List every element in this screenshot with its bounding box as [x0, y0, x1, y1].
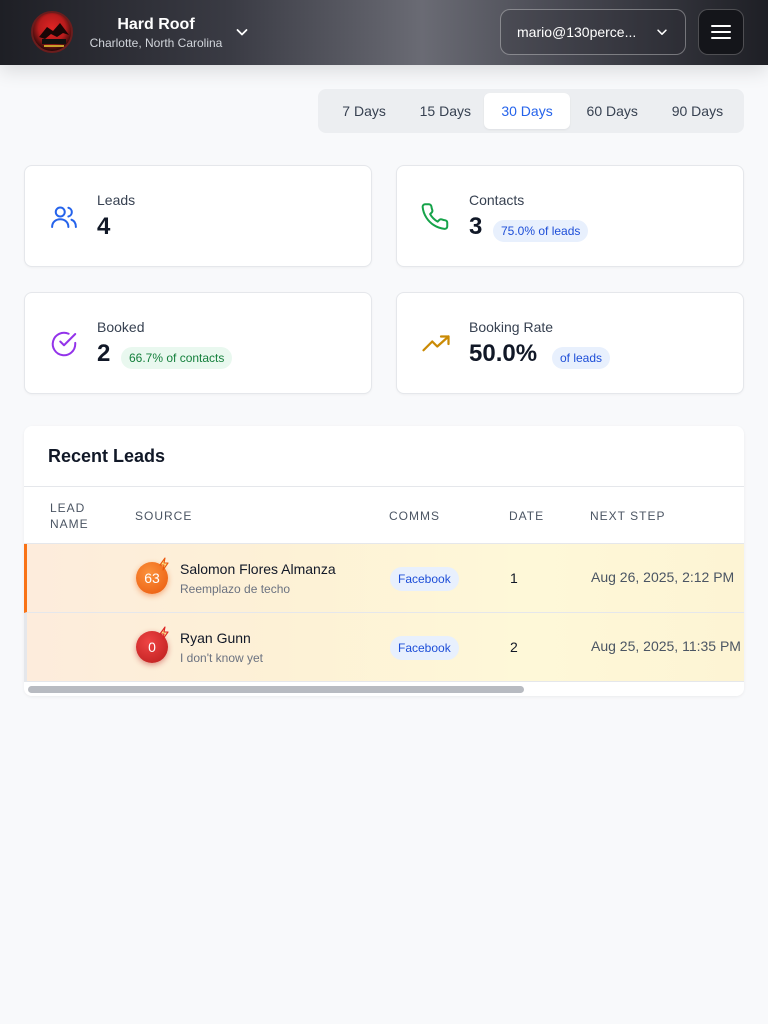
tab-15-days[interactable]: 15 Days: [406, 93, 484, 129]
hamburger-menu-icon: [711, 25, 731, 39]
trending-up-icon: [422, 335, 450, 352]
lead-name[interactable]: Ryan Gunn: [180, 630, 251, 646]
phone-icon: [421, 203, 449, 230]
lead-date: 1: [510, 570, 518, 586]
table-row[interactable]: 63 Salomon Flores Almanza Reemplazo de t…: [24, 544, 744, 613]
tab-90-days[interactable]: 90 Days: [655, 93, 740, 129]
table-header: LEAD NAME SOURCE COMMS DATE NEXT STEP: [24, 486, 744, 544]
company-location: Charlotte, North Carolina: [89, 36, 223, 50]
section-title: Recent Leads: [48, 446, 166, 466]
company-name: Hard Roof: [117, 16, 195, 33]
stat-value: 2: [97, 340, 111, 367]
app-header: Hard Roof Charlotte, North Carolina mari…: [0, 0, 768, 65]
lead-next-step: Aug 25, 2025, 11:35 PM: [591, 638, 741, 654]
stat-label: Leads: [97, 192, 136, 208]
column-header-date[interactable]: DATE: [509, 508, 544, 524]
column-header-comms[interactable]: COMMS: [389, 508, 440, 524]
comms-badge: Facebook: [390, 567, 459, 591]
stat-label: Booking Rate: [469, 319, 554, 335]
tab-7-days[interactable]: 7 Days: [322, 93, 406, 129]
stat-badge: of leads: [552, 347, 611, 369]
stat-value: 4: [97, 213, 111, 240]
chevron-down-icon: [657, 29, 667, 35]
stat-value: 3: [469, 213, 483, 240]
scrollbar-thumb[interactable]: [28, 686, 524, 693]
company-logo[interactable]: [31, 11, 73, 53]
lead-subtitle: Reemplazo de techo: [180, 582, 291, 596]
stat-label: Contacts: [469, 192, 525, 208]
stat-label: Booked: [97, 319, 145, 335]
table-row[interactable]: 0 Ryan Gunn I don't know yet Facebook 2 …: [24, 613, 744, 682]
account-email: mario@130perce...: [517, 24, 637, 40]
account-menu-button[interactable]: mario@130perce...: [500, 9, 686, 55]
stat-card-booking-rate: Booking Rate 50.0% of leads: [396, 292, 744, 394]
recent-leads-panel: Recent Leads LEAD NAME SOURCE COMMS DATE…: [24, 426, 744, 696]
lead-date: 2: [510, 639, 518, 655]
lead-name[interactable]: Salomon Flores Almanza: [180, 561, 336, 577]
column-header-source[interactable]: SOURCE: [135, 508, 192, 524]
main-menu-button[interactable]: [698, 9, 744, 55]
column-header-next-step[interactable]: NEXT STEP: [590, 508, 665, 524]
lead-next-step: Aug 26, 2025, 2:12 PM: [591, 569, 735, 585]
stat-card-leads: Leads 4: [24, 165, 372, 267]
chevron-down-icon[interactable]: [234, 24, 250, 40]
stat-value: 50.0%: [469, 340, 538, 367]
stat-card-booked: Booked 2 66.7% of contacts: [24, 292, 372, 394]
stat-badge: 75.0% of leads: [493, 220, 589, 242]
comms-badge: Facebook: [390, 636, 459, 660]
lightning-bolt-icon: [159, 557, 169, 571]
stat-card-contacts: Contacts 3 75.0% of leads: [396, 165, 744, 267]
lead-subtitle: I don't know yet: [180, 651, 264, 665]
column-header-lead-name[interactable]: LEAD NAME: [50, 500, 110, 532]
horizontal-scrollbar[interactable]: [24, 683, 744, 696]
date-range-selector: 7 Days 15 Days 30 Days 60 Days 90 Days: [318, 89, 744, 133]
users-icon: [51, 206, 77, 228]
check-circle-icon: [51, 331, 77, 357]
lightning-bolt-icon: [159, 626, 169, 640]
tab-60-days[interactable]: 60 Days: [570, 93, 655, 129]
stat-badge: 66.7% of contacts: [121, 347, 233, 369]
company-switcher[interactable]: Hard Roof Charlotte, North Carolina: [84, 16, 228, 51]
tab-30-days[interactable]: 30 Days: [484, 93, 570, 129]
